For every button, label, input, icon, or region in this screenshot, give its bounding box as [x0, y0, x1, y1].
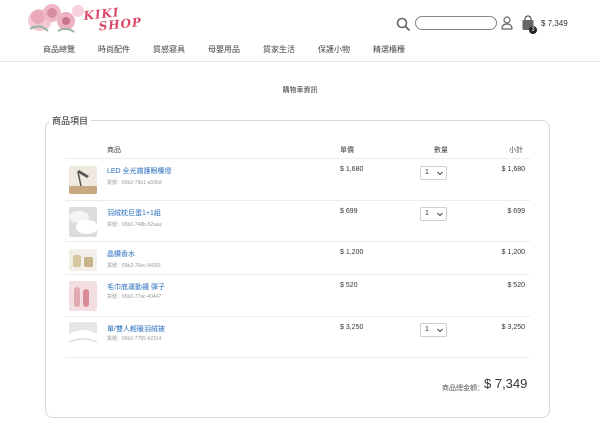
search-icon[interactable] [396, 17, 410, 31]
total-value: $ 7,349 [484, 376, 528, 391]
nav-item-fashion-accessories[interactable]: 時尚配件 [98, 44, 130, 55]
quantity-value: 1 [425, 210, 429, 217]
nav-item-mother-baby[interactable]: 母嬰用品 [208, 44, 240, 55]
section-title: 商品項目 [49, 114, 92, 127]
nav-item-protection[interactable]: 保護小物 [318, 44, 350, 55]
divider [65, 316, 530, 317]
product-thumbnail[interactable] [69, 207, 97, 237]
unit-price: $ 1,680 [340, 166, 364, 173]
line-subtotal: $ 1,200 [501, 249, 525, 256]
search-input[interactable] [415, 16, 497, 30]
quantity-select[interactable]: 1 [420, 207, 447, 221]
page-title: 購物車資訊 [282, 87, 318, 94]
product-name[interactable]: 毛巾底運動襪 彈子 [107, 282, 165, 292]
chevron-down-icon [437, 171, 443, 176]
quantity-select[interactable]: 1 [420, 323, 447, 337]
divider [65, 158, 530, 159]
product-sku: 貨號：65b2-748b-52aaa [107, 222, 162, 228]
product-name[interactable]: LED 全光譜護眼檯燈 [107, 166, 172, 176]
column-header-price: 單價 [340, 147, 354, 154]
line-subtotal: $ 3,250 [501, 324, 525, 331]
main-nav: 商品總覽 時尚配件 質感寢具 母嬰用品 質家生活 保護小物 精選櫃檯 [43, 44, 428, 55]
product-sku: 貨號：65b2-76ec-94901 [107, 263, 162, 269]
unit-price: $ 3,250 [340, 324, 364, 331]
line-subtotal: $ 520 [507, 282, 525, 289]
cart-total[interactable]: $ 7,349 [541, 19, 568, 28]
logo-text: KIKI SHOP [83, 4, 143, 34]
quantity-select[interactable]: 1 [420, 166, 447, 180]
product-name[interactable]: 晶鑽香水 [107, 249, 135, 259]
product-thumbnail[interactable] [69, 281, 97, 311]
user-icon[interactable] [501, 16, 513, 30]
column-header-product: 商品 [107, 147, 121, 154]
divider [65, 200, 530, 201]
unit-price: $ 520 [340, 282, 358, 289]
product-sku: 貨號：65b2-77ac-40447 [107, 294, 162, 300]
cart-count-badge: 3 [529, 26, 537, 34]
divider [65, 241, 530, 242]
product-name[interactable]: 單/雙人輕暖羽絨被 [107, 324, 165, 334]
chevron-down-icon [437, 328, 443, 333]
nav-item-home-living[interactable]: 質家生活 [263, 44, 295, 55]
product-sku: 貨號：65b2-7755-b2314 [107, 336, 162, 342]
unit-price: $ 699 [340, 208, 358, 215]
unit-price: $ 1,200 [340, 249, 364, 256]
nav-item-featured[interactable]: 精選櫃檯 [373, 44, 405, 55]
product-thumbnail[interactable] [69, 249, 97, 271]
product-thumbnail[interactable] [69, 322, 97, 354]
divider [65, 357, 530, 358]
line-subtotal: $ 699 [507, 208, 525, 215]
quantity-value: 1 [425, 169, 429, 176]
cart-items-card [45, 120, 550, 418]
chevron-down-icon [437, 212, 443, 217]
site-header: KIKI SHOP 3 $ 7,349 商品總覽 時尚配件 質感寢具 母嬰用品 … [0, 0, 600, 62]
product-name[interactable]: 羽絨枕巨蛋1+1組 [107, 208, 161, 218]
logo-text-line2: SHOP [97, 15, 143, 34]
product-thumbnail[interactable] [69, 166, 97, 194]
total-label: 商品總金額： [442, 385, 484, 392]
column-header-quantity: 數量 [434, 147, 448, 154]
column-header-subtotal: 小計 [509, 147, 523, 154]
divider [65, 274, 530, 275]
nav-item-bedding[interactable]: 質感寢具 [153, 44, 185, 55]
product-sku: 貨號：65b2-79b1-a506d [107, 180, 162, 186]
nav-item-all-products[interactable]: 商品總覽 [43, 44, 75, 55]
quantity-value: 1 [425, 326, 429, 333]
site-logo[interactable]: KIKI SHOP [28, 3, 143, 35]
line-subtotal: $ 1,680 [501, 166, 525, 173]
